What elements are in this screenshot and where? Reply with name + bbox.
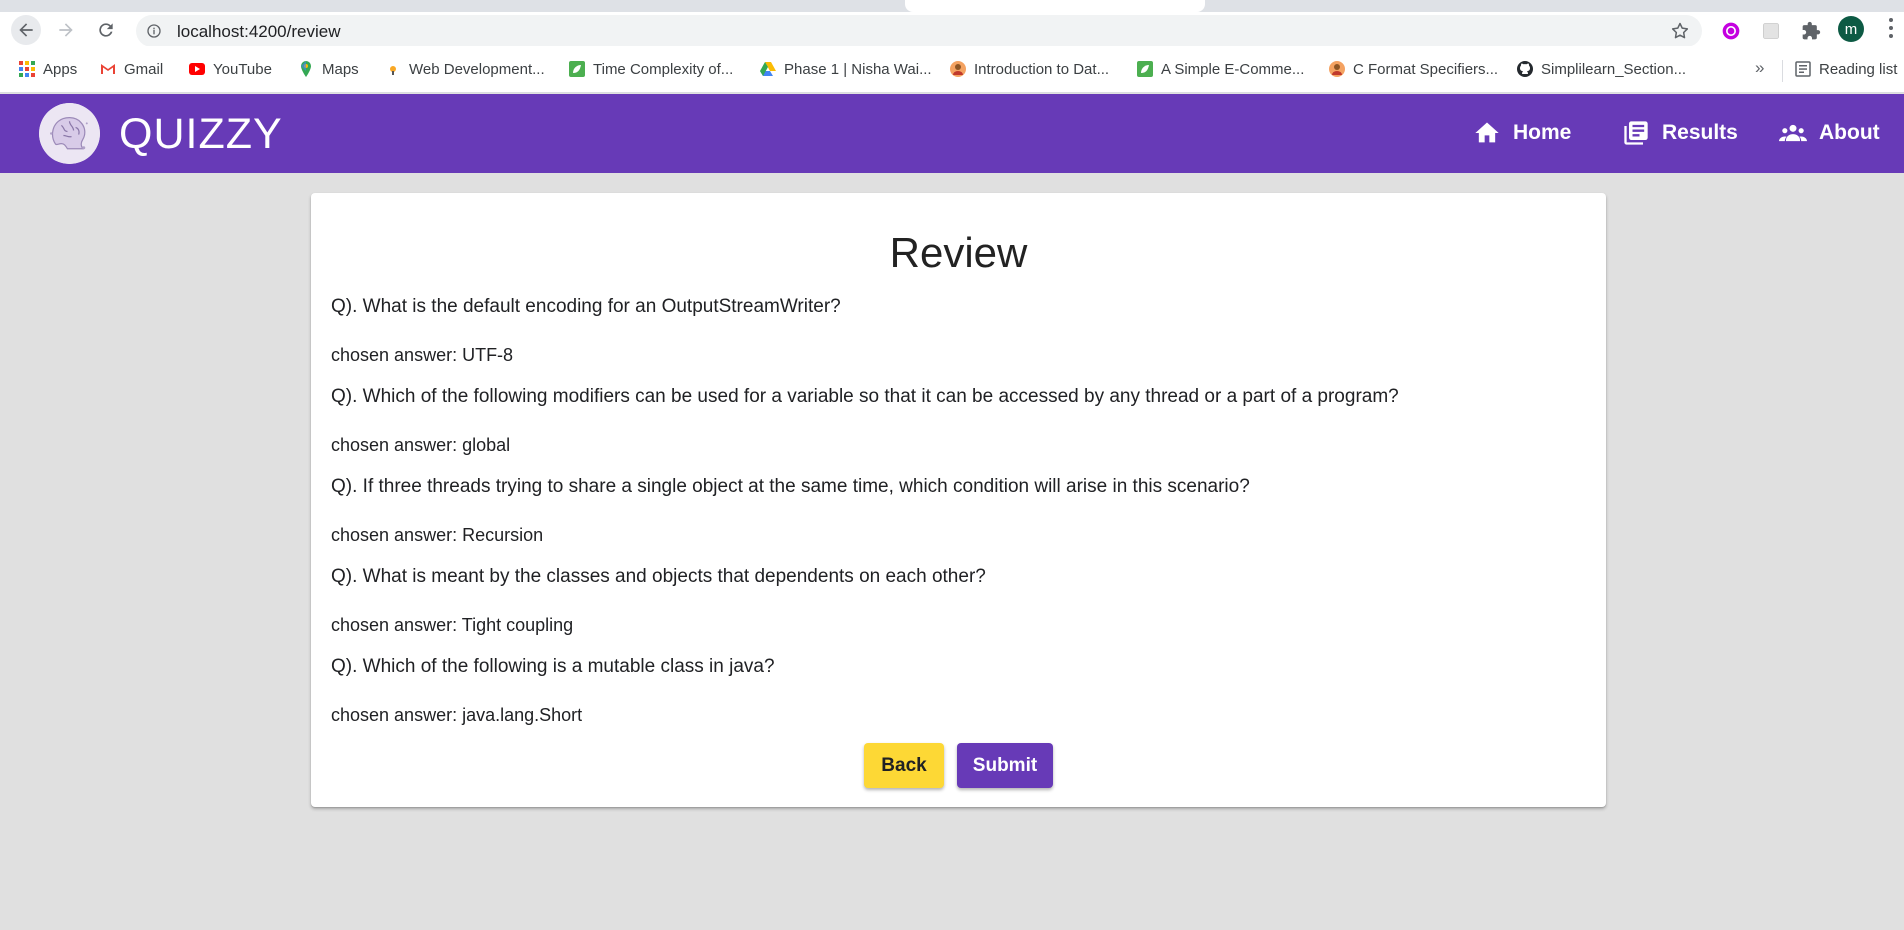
chosen-answer: chosen answer: UTF-8 (331, 345, 514, 365)
bookmark-label: Gmail (124, 60, 164, 78)
bookmark-web-development[interactable]: Web Development... (385, 58, 545, 80)
url-text[interactable]: localhost:4200/review (177, 22, 340, 42)
bookmark-simplilearn[interactable]: Simplilearn_Section... (1517, 58, 1686, 80)
info-icon[interactable] (146, 23, 162, 39)
apps-grid-icon (19, 61, 35, 77)
extension-gray-icon[interactable] (1759, 19, 1783, 43)
back-arrow-icon[interactable] (11, 15, 41, 45)
bookmark-maps[interactable]: Maps (298, 58, 359, 80)
leaf-icon (1137, 61, 1153, 77)
drive-icon (760, 62, 776, 76)
question-text: Q). Which of the following modifiers can… (331, 386, 1399, 407)
chosen-answer: chosen answer: Recursion (331, 525, 544, 545)
chosen-answer: chosen answer: global (331, 435, 511, 455)
bookmark-label: Maps (322, 60, 359, 78)
question-text: Q). What is meant by the classes and obj… (331, 566, 986, 587)
leaf-icon (569, 61, 585, 77)
browser-menu-icon[interactable] (1888, 16, 1894, 40)
bookmark-label: C Format Specifiers... (1353, 60, 1499, 78)
question-text: Q). What is the default encoding for an … (331, 296, 841, 317)
extensions-puzzle-icon[interactable] (1799, 19, 1823, 43)
quizzy-logo[interactable] (39, 103, 100, 164)
app-title: QUIZZY (119, 110, 283, 158)
bookmark-label: Time Complexity of... (593, 60, 734, 78)
bookmark-phase-1[interactable]: Phase 1 | Nisha Wai... (760, 58, 932, 80)
question-text: Q). Which of the following is a mutable … (331, 656, 775, 677)
review-item: Q). What is meant by the classes and obj… (331, 565, 1581, 637)
bookmarks-divider (1782, 60, 1783, 82)
bookmark-label: Simplilearn_Section... (1541, 60, 1687, 78)
review-item: Q). What is the default encoding for an … (331, 295, 1581, 367)
maps-icon (301, 61, 311, 77)
nav-about[interactable]: About (1779, 118, 1880, 148)
bookmark-c-format[interactable]: C Format Specifiers... (1329, 58, 1498, 80)
nav-results[interactable]: Results (1622, 118, 1738, 148)
reading-list-button[interactable]: Reading list (1795, 58, 1897, 80)
address-bar[interactable]: localhost:4200/review (136, 15, 1702, 47)
review-item: Q). Which of the following modifiers can… (331, 385, 1581, 457)
person-avatar-icon (950, 61, 966, 77)
nav-about-label: About (1819, 121, 1880, 144)
results-icon (1624, 121, 1648, 145)
brain-logo-icon (39, 103, 100, 164)
bookmark-apps[interactable]: Apps (19, 58, 77, 80)
bookmark-label: Introduction to Dat... (974, 60, 1110, 78)
active-tab[interactable] (905, 0, 1205, 12)
home-icon (1475, 122, 1499, 143)
reading-list-icon (1795, 61, 1811, 77)
review-item: Q). If three threads trying to share a s… (331, 475, 1581, 547)
bookmark-gmail[interactable]: Gmail (100, 58, 163, 80)
bookmarks-bar: Apps Gmail YouTube Maps Web Development.… (0, 46, 1904, 93)
back-button[interactable]: Back (864, 743, 944, 788)
bookmark-youtube[interactable]: YouTube (189, 58, 272, 80)
bookmark-label: YouTube (213, 60, 272, 78)
question-text: Q). If three threads trying to share a s… (331, 476, 1250, 497)
youtube-icon (189, 63, 205, 75)
reading-list-label: Reading list (1819, 60, 1898, 78)
bookmark-label: Web Development... (409, 60, 545, 78)
bookmark-simple-ecommerce[interactable]: A Simple E-Comme... (1137, 58, 1304, 80)
reload-icon[interactable] (91, 15, 121, 45)
gmail-icon (101, 64, 115, 74)
forward-arrow-icon[interactable] (51, 15, 81, 45)
nav-home-label: Home (1513, 121, 1572, 144)
bookmark-star-icon[interactable] (1670, 21, 1690, 41)
person-avatar-icon (1329, 61, 1345, 77)
review-item: Q). Which of the following is a mutable … (331, 655, 1581, 727)
bookmark-label: Phase 1 | Nisha Wai... (784, 60, 932, 78)
submit-button[interactable]: Submit (957, 743, 1053, 788)
people-icon (1779, 124, 1807, 142)
extension-purple-icon[interactable] (1719, 19, 1743, 43)
review-card: Review Q). What is the default encoding … (311, 193, 1606, 807)
web-dev-icon (390, 66, 396, 75)
github-icon (1517, 61, 1533, 77)
profile-avatar[interactable]: m (1838, 16, 1864, 42)
bookmark-label: A Simple E-Comme... (1161, 60, 1305, 78)
bookmarks-overflow-button[interactable]: » (1755, 58, 1764, 78)
browser-toolbar: localhost:4200/review (0, 12, 1904, 47)
nav-results-label: Results (1662, 121, 1738, 144)
bookmark-time-complexity[interactable]: Time Complexity of... (569, 58, 733, 80)
app-toolbar: QUIZZY Home Results About (0, 94, 1904, 173)
tab-strip (0, 0, 1904, 12)
chosen-answer: chosen answer: java.lang.Short (331, 705, 583, 725)
bookmark-introduction[interactable]: Introduction to Dat... (950, 58, 1109, 80)
review-title: Review (889, 229, 1028, 276)
bookmark-label: Apps (43, 60, 78, 78)
chosen-answer: chosen answer: Tight coupling (331, 615, 574, 635)
nav-home[interactable]: Home (1473, 118, 1571, 148)
